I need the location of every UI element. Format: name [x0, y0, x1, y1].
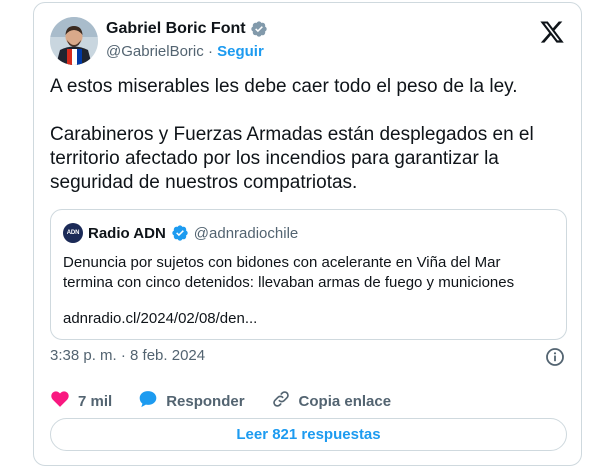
tweet-actions: 7 mil Responder Copia enlace: [50, 389, 417, 413]
handle-separator: ·: [207, 43, 213, 60]
x-logo-icon[interactable]: [539, 19, 565, 45]
verified-badge-icon: [171, 224, 189, 242]
author-name[interactable]: Gabriel Boric Font: [106, 20, 246, 38]
quote-text: Denuncia por sujetos con bidones con ace…: [63, 254, 515, 291]
speech-bubble-icon: [138, 389, 158, 413]
tweet-timestamp[interactable]: 3:38 p. m. · 8 feb. 2024: [50, 347, 205, 364]
copy-link-label: Copia enlace: [298, 392, 392, 410]
reply-label: Responder: [166, 392, 245, 410]
avatar[interactable]: [50, 17, 98, 65]
like-count: 7 mil: [78, 392, 113, 410]
verified-badge-icon: [250, 20, 268, 38]
heart-icon: [50, 389, 70, 413]
tweet-text: A estos miserables les debe caer todo el…: [50, 75, 567, 195]
copy-link-button[interactable]: Copia enlace: [271, 389, 392, 413]
reply-button[interactable]: Responder: [138, 389, 245, 413]
tweet-paragraph: A estos miserables les debe caer todo el…: [50, 76, 518, 97]
read-replies-button[interactable]: Leer 821 respuestas: [50, 418, 567, 451]
quote-author-handle: @adnradiochile: [193, 224, 299, 242]
tweet-paragraph: Carabineros y Fuerzas Armadas están desp…: [50, 124, 534, 193]
tweet-card: Gabriel Boric Font @GabrielBoric · Segui…: [33, 2, 582, 466]
author-handle[interactable]: @GabrielBoric: [106, 43, 204, 60]
like-button[interactable]: 7 mil: [50, 389, 112, 413]
info-icon[interactable]: [545, 347, 565, 367]
quote-link[interactable]: adnradio.cl/2024/02/08/den...: [63, 310, 257, 327]
radio-adn-logo: ADN: [63, 223, 83, 243]
tweet-header: Gabriel Boric Font @GabrielBoric · Segui…: [50, 15, 565, 67]
link-icon: [271, 389, 291, 413]
quoted-tweet[interactable]: ADN Radio ADN @adnradiochile Denuncia po…: [50, 209, 567, 340]
quote-author-name: Radio ADN: [88, 224, 166, 242]
follow-button[interactable]: Seguir: [217, 43, 264, 60]
